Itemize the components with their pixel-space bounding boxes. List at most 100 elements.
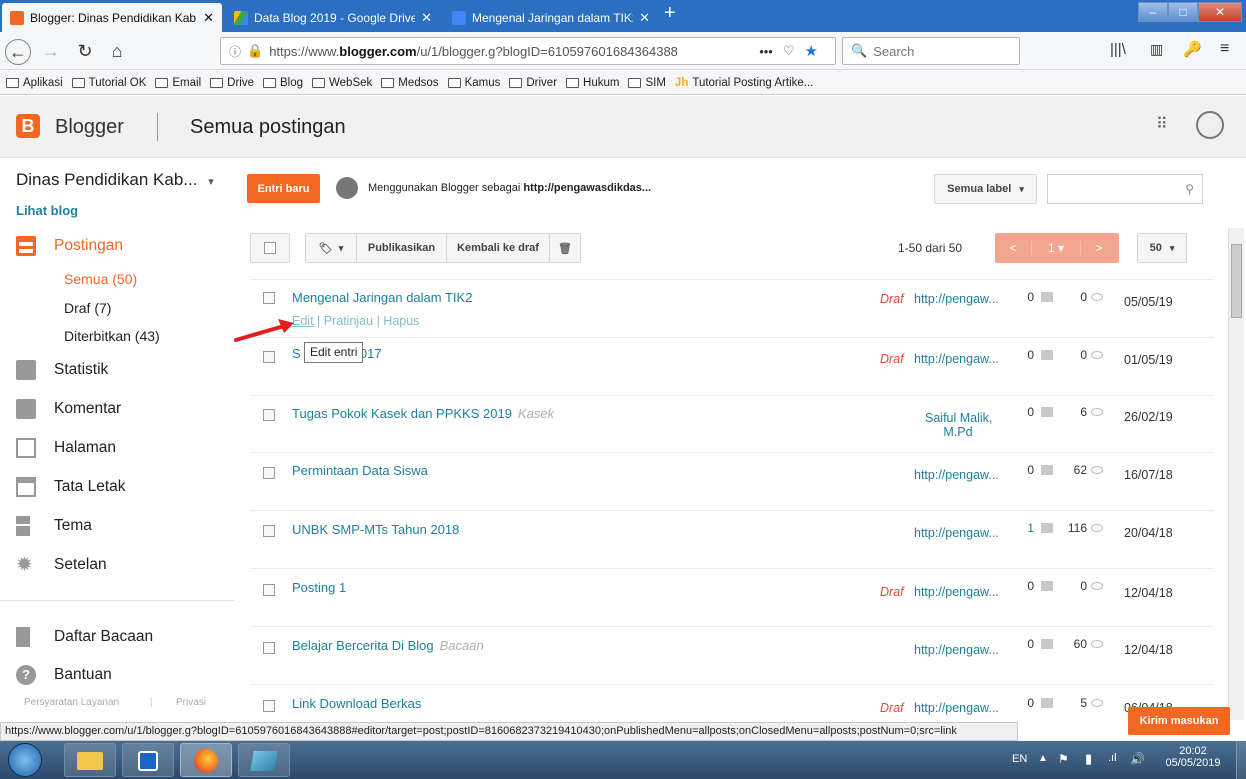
select-all-checkbox[interactable] [250, 233, 290, 263]
start-button[interactable] [8, 743, 42, 777]
bookmark-item[interactable]: Drive [210, 77, 254, 89]
post-author[interactable]: http://pengaw... [914, 526, 999, 540]
bookmark-star-icon[interactable]: ★ [805, 42, 818, 60]
post-checkbox[interactable] [263, 467, 275, 479]
sidebar-sub-all[interactable]: Semua (50) [64, 271, 137, 287]
tab-blogger[interactable]: Blogger: Dinas Pendidikan Kab. ✕ [2, 3, 222, 32]
info-icon[interactable]: ⓘ [229, 43, 241, 60]
sidebar-item-stats[interactable]: Statistik [16, 360, 108, 380]
post-title-link[interactable]: Mengenal Jaringan dalam TIK2 [292, 290, 472, 305]
language-indicator[interactable]: EN [1012, 753, 1027, 765]
post-author[interactable]: http://pengaw... [914, 292, 999, 306]
pocket-icon[interactable]: ♡ [783, 43, 795, 59]
send-feedback-button[interactable]: Kirim masukan [1128, 707, 1230, 735]
post-title-link[interactable]: Tugas Pokok Kasek dan PPKKS 2019 Kasek [292, 406, 554, 421]
terms-link[interactable]: Persyaratan Layanan [24, 697, 119, 708]
bookmark-item[interactable]: Aplikasi [6, 77, 63, 89]
comment-count[interactable]: 1 [1004, 521, 1034, 535]
post-author[interactable]: Saiful Malik, M.Pd [925, 411, 992, 439]
preview-link[interactable]: Pratinjau [324, 314, 373, 328]
extension-icon[interactable]: 🔑 [1183, 40, 1202, 58]
address-bar[interactable]: ⓘ 🔒 https://www.blogger.com/u/1/blogger.… [220, 37, 836, 65]
post-label[interactable]: Kasek [518, 406, 554, 421]
close-tab-icon[interactable]: ✕ [203, 10, 214, 26]
sidebar-item-comments[interactable]: Komentar [16, 399, 121, 419]
clock[interactable]: 20:02 05/05/2019 [1162, 745, 1224, 769]
flag-icon[interactable]: ⚑ [1058, 752, 1069, 766]
post-author[interactable]: http://pengaw... [914, 643, 999, 657]
tray-expand-icon[interactable]: ▲ [1038, 753, 1048, 764]
post-checkbox[interactable] [263, 351, 275, 363]
post-author[interactable]: http://pengaw... [914, 468, 999, 482]
bookmark-item[interactable]: Medsos [381, 77, 439, 89]
post-checkbox[interactable] [263, 642, 275, 654]
blogger-logo-icon[interactable]: B [16, 114, 40, 138]
per-page-dropdown[interactable]: 50 ▾ [1137, 233, 1187, 263]
reload-button[interactable]: ↻ [72, 39, 98, 65]
library-icon[interactable]: |||\ [1110, 41, 1126, 58]
bookmark-item[interactable]: SIM [628, 77, 666, 89]
minimize-button[interactable]: – [1138, 2, 1168, 22]
menu-icon[interactable]: ≡ [1220, 40, 1229, 58]
label-filter-dropdown[interactable]: Semua label ▾ [934, 174, 1037, 204]
post-title-link[interactable]: Link Download Berkas [292, 696, 421, 711]
home-button[interactable]: ⌂ [104, 39, 130, 65]
signal-icon[interactable]: .ıl [1108, 752, 1117, 764]
revert-to-draft-button[interactable]: Kembali ke draf [446, 233, 550, 263]
privacy-link[interactable]: Privasi [176, 697, 206, 708]
post-title-link[interactable]: UNBK SMP-MTs Tahun 2018 [292, 522, 459, 537]
post-checkbox[interactable] [263, 700, 275, 712]
sidebar-item-posts[interactable]: Postingan [16, 236, 123, 256]
bookmark-item[interactable]: Driver [509, 77, 557, 89]
volume-icon[interactable]: 🔊 [1130, 752, 1145, 766]
sidebar-sub-published[interactable]: Diterbitkan (43) [64, 328, 160, 344]
bookmark-item[interactable]: Blog [262, 77, 303, 89]
close-tab-icon[interactable]: ✕ [639, 10, 650, 26]
sidebar-item-settings[interactable]: ✹ Setelan [16, 555, 107, 575]
sidebar-item-help[interactable]: ? Bantuan [16, 665, 112, 685]
post-checkbox[interactable] [263, 584, 275, 596]
prev-page-button[interactable]: < [995, 241, 1031, 255]
back-button[interactable]: ← [5, 39, 31, 65]
browser-search-box[interactable]: 🔍 Search [842, 37, 1020, 65]
tab-docs[interactable]: Mengenal Jaringan dalam TIK2 ✕ [444, 3, 658, 32]
page-scrollbar[interactable] [1228, 228, 1244, 720]
new-post-button[interactable]: Entri baru [247, 174, 320, 203]
post-checkbox[interactable] [263, 409, 275, 421]
new-tab-button[interactable]: + [664, 2, 676, 25]
sidebar-sub-draft[interactable]: Draf (7) [64, 300, 111, 316]
view-blog-link[interactable]: Lihat blog [16, 203, 78, 218]
bookmark-item[interactable]: Jh Tutorial Posting Artike... [675, 77, 813, 89]
brand-name[interactable]: Blogger [55, 116, 124, 139]
tab-google-drive[interactable]: Data Blog 2019 - Google Drive ✕ [226, 3, 440, 32]
post-checkbox[interactable] [263, 525, 275, 537]
page-actions-icon[interactable]: ••• [759, 44, 773, 59]
bookmark-item[interactable]: Email [155, 77, 201, 89]
post-author[interactable]: http://pengaw... [914, 701, 999, 715]
network-icon[interactable]: ▮ [1085, 751, 1092, 767]
maximize-button[interactable]: □ [1168, 2, 1198, 22]
sidebar-toggle-icon[interactable]: ▥ [1150, 41, 1163, 58]
taskbar-app[interactable] [238, 743, 290, 777]
sidebar-item-reading-list[interactable]: Daftar Bacaan [16, 627, 153, 647]
post-title-link[interactable]: Posting 1 [292, 580, 346, 595]
taskbar-firefox[interactable] [180, 743, 232, 777]
page-select[interactable]: 1 ▾ [1031, 241, 1081, 255]
taskbar-explorer[interactable] [64, 743, 116, 777]
apps-grid-icon[interactable]: ⠿ [1156, 114, 1168, 134]
bookmark-item[interactable]: WebSek [312, 77, 372, 89]
avatar[interactable] [1196, 111, 1224, 139]
bookmark-item[interactable]: Tutorial OK [71, 77, 146, 89]
close-window-button[interactable]: ✕ [1198, 2, 1242, 22]
scrollbar-thumb[interactable] [1231, 244, 1242, 318]
post-title-link[interactable]: Belajar Bercerita Di Blog Bacaan [292, 638, 484, 653]
post-checkbox[interactable] [263, 292, 275, 304]
post-label[interactable]: Bacaan [440, 638, 484, 653]
sidebar-item-pages[interactable]: Halaman [16, 438, 116, 458]
label-action-button[interactable]: 🏷 ▾ [305, 233, 357, 263]
taskbar-media-player[interactable] [122, 743, 174, 777]
bookmark-item[interactable]: Kamus [447, 77, 500, 89]
sidebar-item-theme[interactable]: Tema [16, 516, 92, 536]
post-title-link[interactable]: Permintaan Data Siswa [292, 463, 428, 478]
post-author[interactable]: http://pengaw... [914, 352, 999, 366]
